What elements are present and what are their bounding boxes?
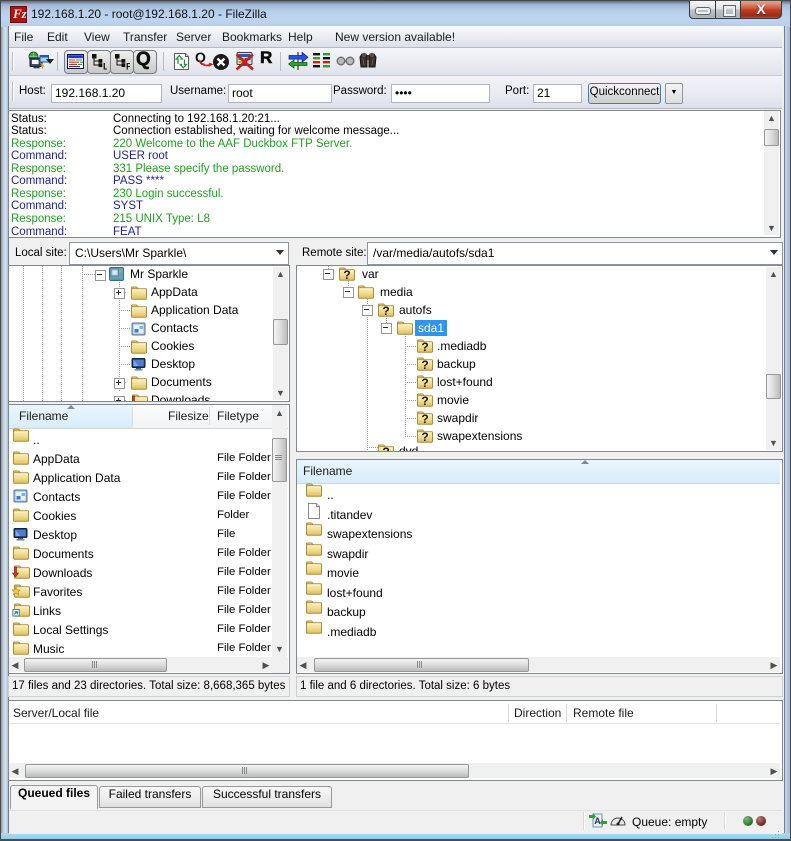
svg-text:L: L: [103, 62, 107, 71]
svg-text:F: F: [126, 62, 130, 71]
svg-text:A: A: [594, 816, 601, 826]
